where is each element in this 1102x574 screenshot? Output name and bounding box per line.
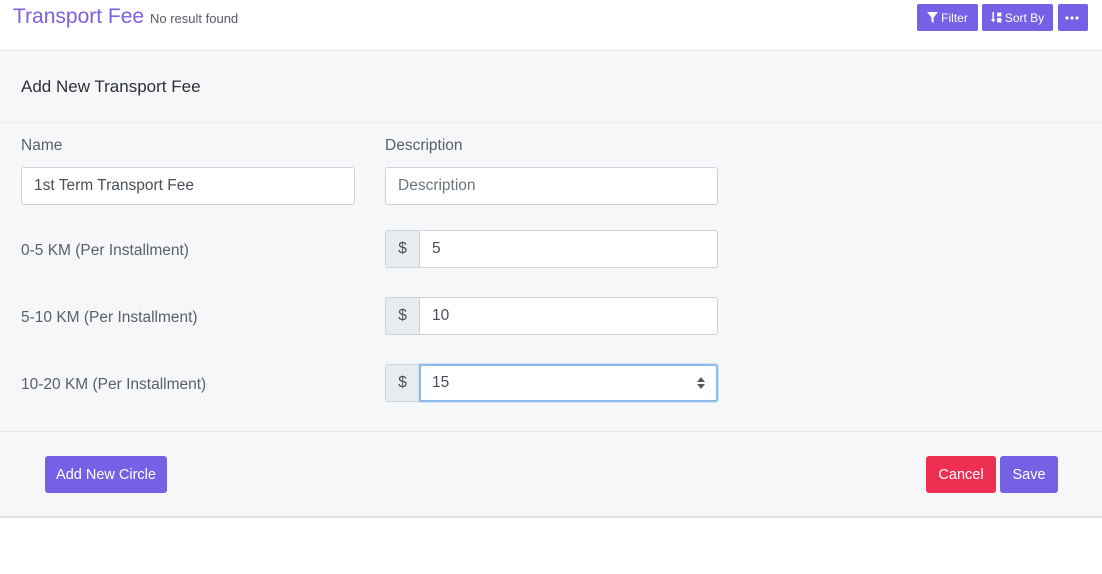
cancel-button[interactable]: Cancel — [926, 456, 996, 493]
card-header: Add New Transport Fee — [0, 51, 1102, 123]
filter-icon — [927, 12, 939, 23]
result-status: No result found — [150, 11, 239, 26]
more-options-button[interactable] — [1058, 4, 1088, 31]
save-button[interactable]: Save — [1000, 456, 1058, 493]
add-transport-fee-card: Add New Transport Fee Name Description 0… — [0, 51, 1102, 518]
currency-addon: $ — [385, 364, 419, 402]
sort-icon — [990, 12, 1002, 23]
filter-button-label: Filter — [941, 10, 968, 25]
filter-button[interactable]: Filter — [917, 4, 978, 31]
form-title: Add New Transport Fee — [21, 77, 201, 96]
fee-input-5-10km[interactable] — [419, 297, 718, 335]
currency-addon: $ — [385, 230, 419, 268]
description-input[interactable] — [385, 167, 718, 205]
card-footer: Add New Circle Cancel Save — [0, 431, 1102, 518]
fee-input-0-5km[interactable] — [419, 230, 718, 268]
fee-input-group-0-5km: $ — [385, 230, 718, 268]
name-input[interactable] — [21, 167, 355, 205]
range-label-5-10km: 5-10 KM (Per Installment) — [21, 309, 198, 326]
name-label: Name — [21, 137, 63, 154]
top-bar: Transport Fee No result found Filter Sor… — [0, 0, 1102, 51]
fee-input-group-5-10km: $ — [385, 297, 718, 335]
add-new-circle-button[interactable]: Add New Circle — [45, 456, 167, 493]
fee-input-group-10-20km: $ — [385, 364, 718, 402]
range-label-10-20km: 10-20 KM (Per Installment) — [21, 376, 207, 393]
range-label-0-5km: 0-5 KM (Per Installment) — [21, 242, 189, 259]
page-title: Transport Fee — [13, 5, 145, 28]
currency-addon: $ — [385, 297, 419, 335]
sort-button-label: Sort By — [1004, 10, 1045, 25]
fee-input-10-20km[interactable] — [419, 364, 718, 402]
sort-by-button[interactable]: Sort By — [982, 4, 1053, 31]
description-label: Description — [385, 137, 463, 154]
number-spinner-icon[interactable] — [696, 375, 706, 391]
more-dots-icon — [1064, 15, 1079, 20]
